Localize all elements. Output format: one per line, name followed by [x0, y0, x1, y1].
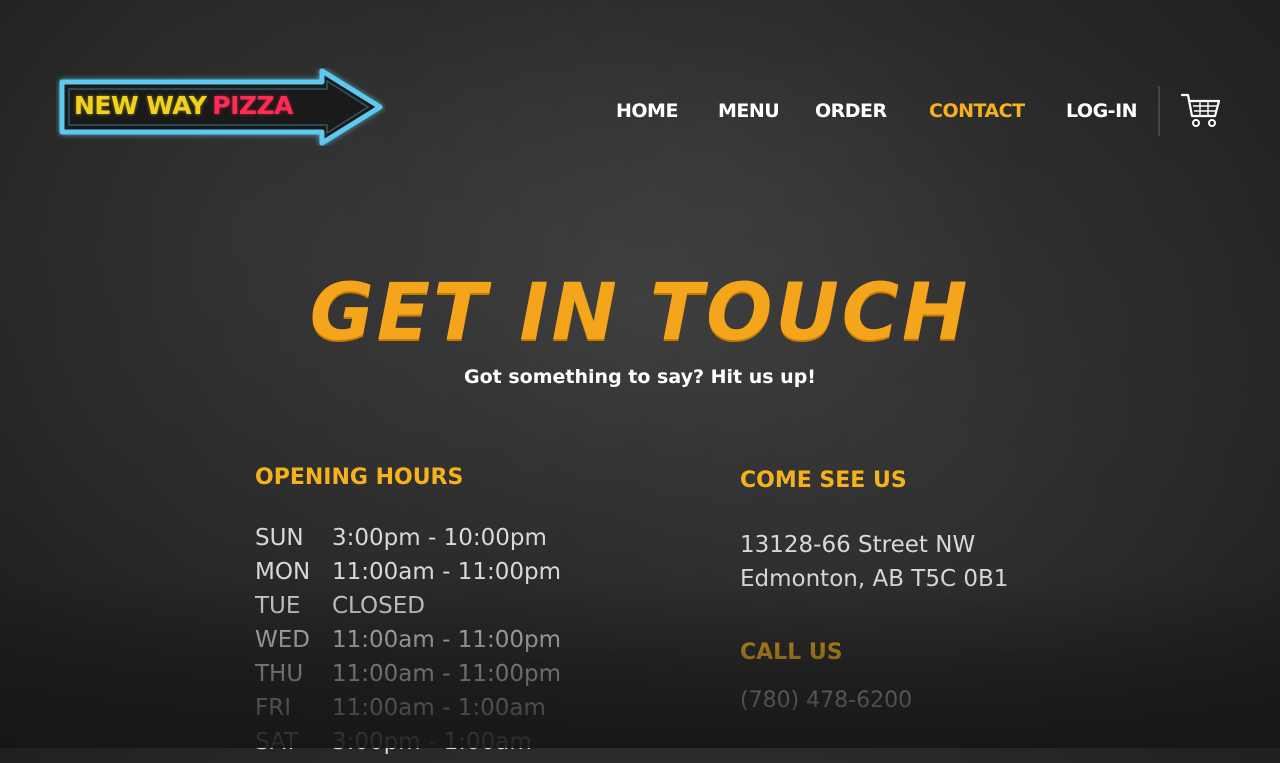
nav-home[interactable]: HOME — [616, 100, 678, 122]
opening-hours-heading: OPENING HOURS — [255, 465, 464, 490]
nav-login[interactable]: LOG-IN — [1066, 100, 1138, 122]
page-title: GET IN TOUCH — [309, 268, 971, 358]
hours-day: SAT — [255, 729, 299, 755]
hours-time: 11:00am - 11:00pm — [332, 627, 561, 653]
hours-time: 11:00am - 11:00pm — [332, 559, 561, 585]
call-us-heading: CALL US — [740, 640, 843, 665]
hours-time: CLOSED — [332, 593, 425, 619]
hours-time: 3:00pm - 1:00am — [332, 729, 532, 755]
hours-day: WED — [255, 627, 310, 653]
come-see-us-heading: COME SEE US — [740, 468, 907, 493]
nav-menu[interactable]: MENU — [718, 100, 780, 122]
phone-number-link[interactable]: (780) 478-6200 — [740, 688, 912, 713]
hours-day: SUN — [255, 525, 304, 551]
hours-time: 11:00am - 11:00pm — [332, 661, 561, 687]
hours-time: 11:00am - 1:00am — [332, 695, 546, 721]
hours-day: MON — [255, 559, 311, 585]
address-line-1: 13128-66 Street NW — [740, 532, 976, 558]
nav-order[interactable]: ORDER — [815, 100, 887, 122]
hours-time: 3:00pm - 10:00pm — [332, 525, 547, 551]
hours-day: TUE — [255, 593, 301, 619]
main-navigation: HOME MENU ORDER CONTACT LOG-IN — [0, 100, 1280, 126]
address: 13128-66 Street NW Edmonton, AB T5C 0B1 — [740, 528, 1008, 596]
nav-divider — [1158, 86, 1160, 136]
cart-icon[interactable] — [1180, 90, 1222, 130]
nav-contact[interactable]: CONTACT — [929, 100, 1025, 122]
address-line-2: Edmonton, AB T5C 0B1 — [740, 566, 1009, 592]
page-subtitle: Got something to say? Hit us up! — [464, 366, 816, 388]
hours-day: THU — [255, 661, 304, 687]
bottom-fade-overlay — [0, 578, 1280, 748]
hours-day: FRI — [255, 695, 291, 721]
